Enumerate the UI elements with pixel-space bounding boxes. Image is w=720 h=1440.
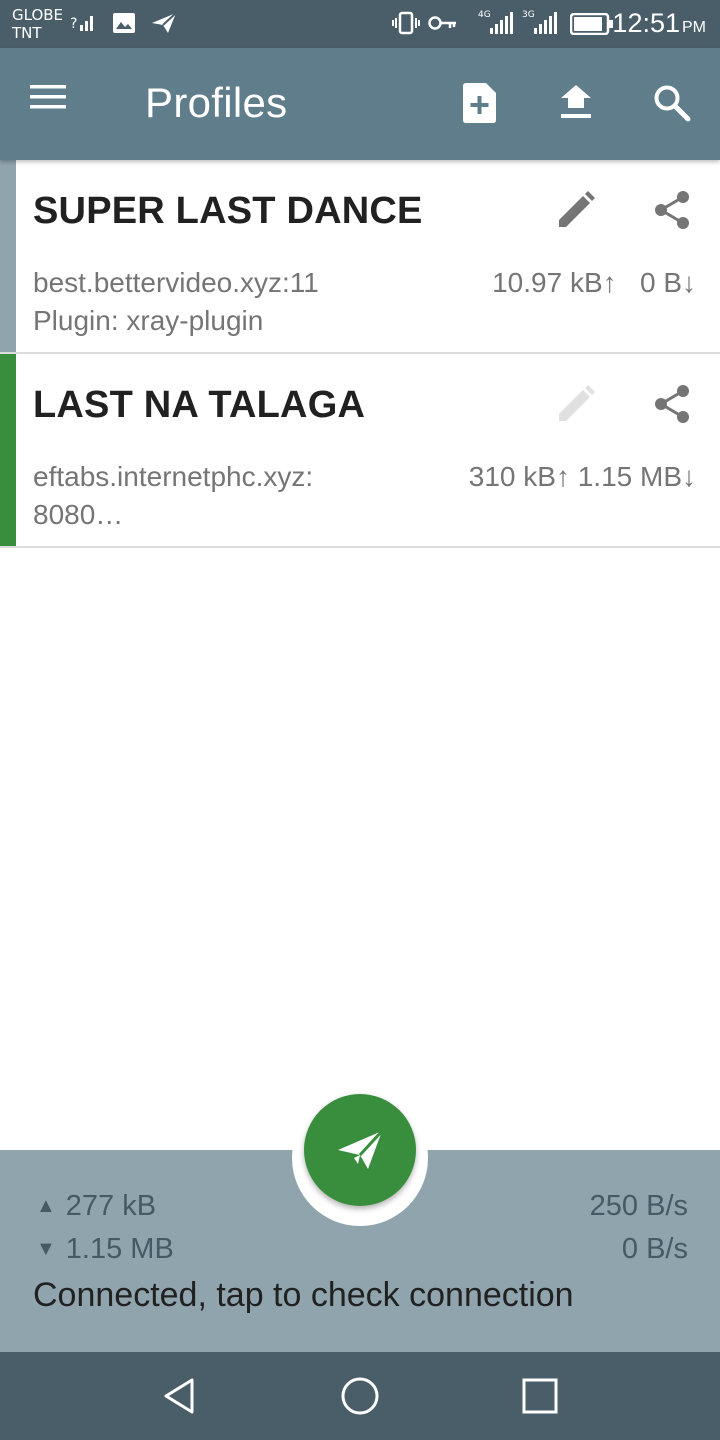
- profile-list: SUPER LAST DANCE best.bettervideo.xyz:11…: [0, 160, 720, 548]
- profile-card[interactable]: LAST NA TALAGA eftabs.internetphc.xyz: 8…: [0, 354, 720, 548]
- download-triangle-icon: ▼: [36, 1238, 56, 1260]
- search-icon[interactable]: [647, 78, 697, 128]
- profile-indicator: [0, 354, 16, 546]
- carrier-label: GLOBE TNT: [12, 6, 63, 42]
- profile-host: best.bettervideo.xyz:11 Plugin: xray-plu…: [33, 264, 413, 340]
- back-icon[interactable]: [156, 1372, 204, 1420]
- page-title: Profiles: [145, 79, 288, 126]
- profile-name: LAST NA TALAGA: [33, 384, 366, 426]
- image-icon: [112, 12, 136, 39]
- system-nav-bar: [0, 1352, 720, 1440]
- carrier-line-2: TNT: [12, 24, 42, 42]
- upload-icon[interactable]: [551, 78, 601, 128]
- home-icon[interactable]: [336, 1372, 384, 1420]
- profile-traffic: 310 kB↑ 1.15 MB↓: [468, 461, 696, 492]
- upload-triangle-icon: ▲: [36, 1195, 56, 1217]
- profile-detail-line: 8080…: [33, 499, 124, 530]
- rx-total-value: 1.15 MB: [65, 1233, 174, 1265]
- carrier-line-1: GLOBE: [12, 6, 64, 24]
- profile-detail-line: Plugin: xray-plugin: [33, 305, 264, 336]
- profile-host-line: best.bettervideo.xyz:11: [33, 267, 319, 298]
- clock: 12:51 PM: [612, 8, 706, 39]
- rx-total: ▼ 1.15 MB: [36, 1233, 174, 1266]
- rx-rate: 0 B/s: [621, 1233, 688, 1265]
- profile-host-line: eftabs.internetphc.xyz:: [33, 461, 314, 492]
- app-toolbar: Profiles: [0, 48, 720, 160]
- connection-status[interactable]: Connected, tap to check connection: [33, 1276, 574, 1315]
- clock-time: 12:51: [612, 8, 680, 38]
- vibrate-icon: [392, 11, 420, 40]
- signal-3g-icon: [532, 12, 558, 41]
- tx-total: ▲ 277 kB: [36, 1190, 156, 1223]
- profile-indicator: [0, 160, 16, 352]
- menu-icon[interactable]: [28, 82, 84, 126]
- share-icon[interactable]: [646, 378, 698, 430]
- tx-rate: 250 B/s: [589, 1190, 688, 1222]
- tx-total-value: 277 kB: [65, 1190, 157, 1222]
- add-file-icon[interactable]: [455, 78, 505, 128]
- share-icon[interactable]: [646, 184, 698, 236]
- edit-icon[interactable]: [550, 184, 602, 236]
- svg-text:?: ?: [70, 16, 77, 32]
- profile-card[interactable]: SUPER LAST DANCE best.bettervideo.xyz:11…: [0, 160, 720, 354]
- status-bar: GLOBE TNT ? 4G 3G 12:51 PM: [0, 0, 720, 48]
- profile-host: eftabs.internetphc.xyz: 8080…: [33, 458, 413, 534]
- connect-fab[interactable]: [304, 1094, 416, 1206]
- send-icon: [338, 1129, 384, 1169]
- clock-ampm: PM: [682, 19, 706, 36]
- battery-icon: [569, 12, 614, 40]
- recents-icon[interactable]: [516, 1372, 564, 1420]
- signal-4g-icon: [488, 12, 514, 41]
- profile-traffic: 10.97 kB↑ 0 B↓: [492, 267, 696, 298]
- key-icon: [428, 14, 458, 37]
- send-icon: [150, 11, 178, 40]
- edit-icon: [550, 378, 602, 430]
- signal-unknown-icon: ?: [70, 12, 96, 39]
- profile-name: SUPER LAST DANCE: [33, 190, 423, 232]
